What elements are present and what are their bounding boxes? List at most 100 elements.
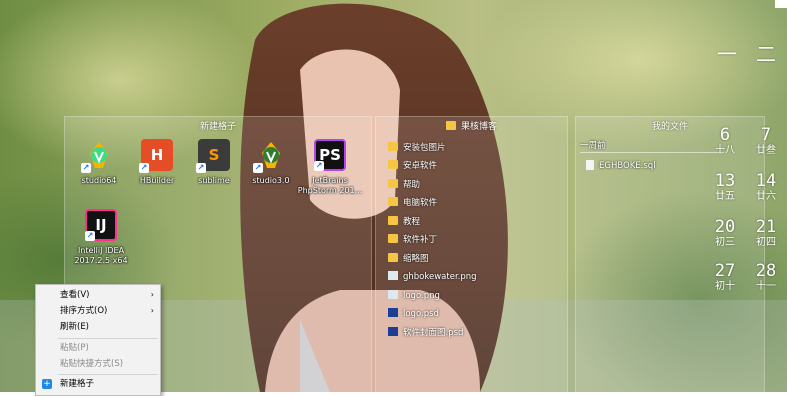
menu-item-paste-shortcut: 粘贴快捷方式(S): [36, 356, 160, 372]
sql-file-icon: [586, 159, 594, 170]
day-number: 27: [714, 261, 736, 281]
shortcut-arrow-icon: ↗: [139, 163, 149, 173]
context-menu: 查看(V) › 排序方式(O) › 刷新(E) 粘贴(P) 粘贴快捷方式(S) …: [35, 284, 161, 396]
hbuilder-icon: H ↗: [139, 139, 173, 173]
shortcut-arrow-icon: ↗: [314, 161, 324, 171]
calendar-day[interactable]: 14 廿六: [751, 172, 781, 203]
shortcut-label: JetBrains PhpStorm 201...: [297, 176, 363, 195]
file-name: ghbokewater.png: [403, 272, 477, 282]
day-number: 14: [755, 171, 777, 191]
shortcut-phpstorm[interactable]: PS ↗ JetBrains PhpStorm 201...: [297, 139, 363, 196]
lunar-date: 十一: [756, 281, 776, 292]
calendar-month-left: 一: [717, 42, 737, 66]
file-item[interactable]: logo.png: [388, 288, 440, 304]
shortcut-arrow-icon: ↗: [196, 163, 206, 173]
fence-title[interactable]: 果核博客: [376, 117, 567, 137]
psd-file-icon: [388, 308, 398, 317]
calendar-day[interactable]: 28 十一: [751, 262, 781, 293]
day-number: 20: [714, 217, 736, 237]
folder-icon: [388, 160, 398, 169]
calendar-day[interactable]: 21 初四: [751, 218, 781, 249]
file-name: 安装包图片: [403, 143, 446, 153]
file-name: 帮助: [403, 180, 421, 190]
menu-separator: [58, 338, 158, 339]
file-name: EGHBOKE.sql: [599, 161, 656, 171]
shortcut-sublime[interactable]: S ↗ sublime: [184, 139, 244, 186]
file-item[interactable]: 教程: [388, 214, 420, 230]
calendar-day[interactable]: 20 初三: [710, 218, 740, 249]
day-number: 21: [755, 217, 777, 237]
menu-label: 粘贴(P): [60, 343, 89, 353]
lunar-date: 廿六: [756, 191, 776, 202]
file-name: 缩略图: [403, 254, 429, 264]
file-item[interactable]: 缩略图: [388, 251, 429, 267]
intellij-glyph: IJ: [95, 216, 107, 234]
png-file-icon: [388, 290, 398, 299]
group-header: 一周前: [580, 141, 606, 151]
intellij-icon: IJ ↗: [85, 209, 117, 241]
shortcut-label: studio64: [81, 176, 117, 185]
lunar-date: 廿叁: [756, 145, 776, 156]
calendar-month-right: 二: [756, 42, 776, 66]
file-name: 教程: [403, 217, 421, 227]
shortcut-studio64[interactable]: ↗ studio64: [69, 139, 129, 186]
shortcut-intellij[interactable]: IJ ↗ IntelliJ IDEA 2017.2.5 x64: [69, 209, 133, 266]
widget-handle: [775, 0, 787, 8]
android-studio-icon: ↗: [253, 139, 287, 173]
day-number: 6: [719, 125, 731, 145]
file-item[interactable]: 电脑软件: [388, 195, 437, 211]
submenu-arrow-icon: ›: [150, 290, 154, 299]
menu-item-sort[interactable]: 排序方式(O) ›: [36, 303, 160, 319]
file-item[interactable]: 安卓软件: [388, 158, 437, 174]
folder-icon: [388, 142, 398, 151]
calendar-day[interactable]: 6 十八: [710, 126, 740, 157]
fence-title[interactable]: 新建格子: [65, 117, 371, 137]
folder-icon: [388, 234, 398, 243]
calendar-day[interactable]: 27 初十: [710, 262, 740, 293]
shortcut-hbuilder[interactable]: H ↗ HBuilder: [127, 139, 187, 186]
day-number: 7: [760, 125, 772, 145]
sublime-icon: S ↗: [196, 139, 230, 173]
file-name: 安卓软件: [403, 161, 438, 171]
fence-blog[interactable]: 果核博客 安装包图片 安卓软件 帮助 电脑软件 教程 软件补丁 缩略图 ghbo…: [375, 116, 568, 394]
shortcut-studio30[interactable]: ↗ studio3.0: [241, 139, 301, 186]
file-item[interactable]: 软件补丁: [388, 232, 437, 248]
lunar-date: 十八: [715, 145, 735, 156]
group-divider: [580, 152, 724, 153]
file-item[interactable]: 软件封面图.psd: [388, 325, 463, 341]
psd-file-icon: [388, 327, 398, 336]
menu-label: 新建格子: [60, 379, 95, 389]
fence-title-text: 果核博客: [460, 122, 497, 132]
submenu-arrow-icon: ›: [150, 306, 154, 315]
lunar-date: 初四: [756, 237, 776, 248]
calendar-day[interactable]: 13 廿五: [710, 172, 740, 203]
file-item[interactable]: 安装包图片: [388, 140, 446, 156]
new-fence-icon: +: [42, 379, 52, 389]
shortcut-arrow-icon: ↗: [81, 163, 91, 173]
folder-icon: [445, 121, 456, 130]
day-number: 13: [714, 171, 736, 191]
menu-separator: [58, 374, 158, 375]
file-name: 软件封面图.psd: [403, 328, 464, 338]
menu-item-new-fence[interactable]: + 新建格子: [36, 376, 160, 392]
menu-item-refresh[interactable]: 刷新(E): [36, 319, 160, 335]
lunar-date: 初十: [715, 281, 735, 292]
png-file-icon: [388, 271, 398, 280]
folder-icon: [388, 197, 398, 206]
file-name: logo.png: [403, 291, 440, 301]
file-item[interactable]: ghbokewater.png: [388, 269, 477, 285]
hbuilder-glyph: H: [150, 146, 164, 164]
shortcut-arrow-icon: ↗: [253, 163, 263, 173]
phpstorm-icon: PS ↗: [314, 139, 346, 171]
file-item[interactable]: logo.psd: [388, 306, 439, 322]
file-name: logo.psd: [403, 309, 439, 319]
file-item[interactable]: EGHBOKE.sql: [586, 158, 656, 174]
menu-label: 粘贴快捷方式(S): [60, 359, 124, 369]
calendar-day[interactable]: 7 廿叁: [751, 126, 781, 157]
menu-item-view[interactable]: 查看(V) ›: [36, 287, 160, 303]
menu-label: 查看(V): [60, 290, 90, 300]
file-item[interactable]: 帮助: [388, 177, 420, 193]
sublime-glyph: S: [208, 146, 220, 164]
fence-my-files[interactable]: 我的文件 一周前 EGHBOKE.sql: [575, 116, 765, 394]
shortcut-label: IntelliJ IDEA 2017.2.5 x64: [74, 246, 128, 265]
